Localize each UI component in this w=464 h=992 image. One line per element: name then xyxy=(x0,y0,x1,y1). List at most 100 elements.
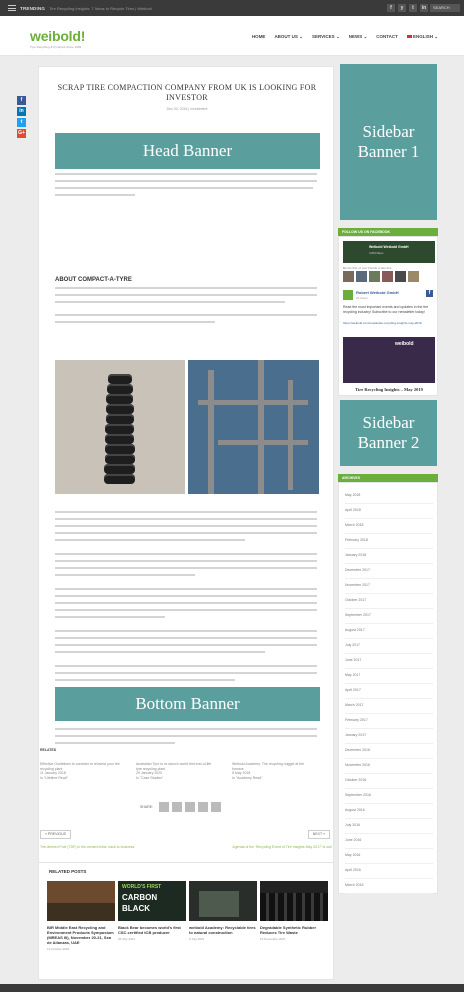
related-post-thumbnail[interactable] xyxy=(47,881,115,921)
text-line xyxy=(55,644,317,646)
text-line xyxy=(55,511,317,513)
nav-news[interactable]: NEWS ⌄ xyxy=(349,34,368,40)
previous-post-button[interactable]: « PREVIOUS xyxy=(40,830,72,839)
nav-language-label: ENGLISH xyxy=(412,34,433,39)
text-line xyxy=(55,553,317,555)
related-post-thumbnail[interactable] xyxy=(260,881,328,921)
head-banner[interactable]: Head Banner xyxy=(55,133,320,169)
site-tagline: Tyre Recycling & Pyrolysis Since 1999 xyxy=(30,45,82,49)
related-post-thumbnail[interactable]: WORLD'S FIRST CARBON BLACK xyxy=(118,881,186,921)
next-post-button[interactable]: NEXT » xyxy=(307,830,330,839)
thumbnail-headline: WORLD'S FIRST xyxy=(122,884,162,890)
text-line xyxy=(55,609,317,611)
related-post-caption[interactable]: Degradable Synthetic Rubber Reduces Tire… xyxy=(260,925,328,942)
facebook-icon[interactable]: f xyxy=(426,290,433,297)
text-line xyxy=(55,602,317,604)
forklift-scene xyxy=(47,903,115,921)
tire-shape xyxy=(105,444,135,454)
bottom-banner[interactable]: Bottom Banner xyxy=(55,687,320,721)
text-line xyxy=(55,301,285,303)
facebook-share-icon[interactable] xyxy=(159,802,170,812)
avatar[interactable] xyxy=(382,271,393,282)
share-twitter-button[interactable]: t xyxy=(17,118,26,127)
facebook-icon[interactable]: f xyxy=(387,4,395,12)
article-subheading: ABOUT COMPACT-A-TYRE xyxy=(55,277,132,283)
facebook-page-cover[interactable]: Weibold Weibold GmbH 4,563 likes xyxy=(343,241,435,263)
youtube-icon[interactable]: y xyxy=(398,4,406,12)
linkedin-icon[interactable]: in xyxy=(420,4,428,12)
related-item-category: In "Case Studies" xyxy=(136,775,164,780)
nav-about-us[interactable]: ABOUT US ⌄ xyxy=(274,34,303,40)
related-post-caption[interactable]: BIR Middle East Recycling and Environmen… xyxy=(47,925,115,952)
facebook-post-caption[interactable]: Tire Recycling Insights – May 2019 xyxy=(343,387,435,392)
article-meta: Dec 30, 2016 | Investment xyxy=(166,107,208,111)
avatar[interactable] xyxy=(369,271,380,282)
previous-post-link[interactable]: Tire-derived Fuel (TDF) in the cement ki… xyxy=(40,845,190,850)
top-social-icons: f y t in xyxy=(387,4,428,12)
share-label: SHARE: xyxy=(140,805,154,809)
tire-shape xyxy=(106,404,134,414)
text-line xyxy=(55,567,317,569)
weibold-avatar[interactable] xyxy=(343,290,353,300)
related-label: RELATED xyxy=(40,748,57,752)
share-linkedin-button[interactable]: in xyxy=(17,107,26,116)
twitter-icon[interactable]: t xyxy=(409,4,417,12)
nav-home[interactable]: HOME xyxy=(252,34,266,40)
related-post-thumbnail[interactable] xyxy=(189,881,257,921)
related-posts-heading: RELATED POSTS xyxy=(49,869,87,874)
linkedin-share-icon[interactable] xyxy=(198,802,209,812)
share-facebook-button[interactable]: f xyxy=(17,96,26,105)
twitter-share-icon[interactable] xyxy=(172,802,183,812)
facebook-post-author[interactable]: Robert Weibold GmbH xyxy=(356,290,399,295)
tire-stack-image xyxy=(55,360,185,494)
facebook-post-link[interactable]: https://weibold.com/newsletter-recycling… xyxy=(343,321,435,325)
related-post-caption[interactable]: Black Bear becomes world's first CSC cer… xyxy=(118,925,186,942)
site-logo[interactable]: weibold! xyxy=(30,28,85,44)
trending-ticker[interactable]: Tire Recycling Insights: 7 Ideas to Recy… xyxy=(49,6,152,11)
nav-language[interactable]: ENGLISH ⌄ xyxy=(406,34,438,40)
next-post-link[interactable]: Agenda of the 'Recycling Event of Tire I… xyxy=(182,845,332,850)
machine-beam xyxy=(218,440,308,445)
text-line xyxy=(55,525,317,527)
weibold-wordmark: weibold xyxy=(395,341,414,347)
googleplus-share-icon[interactable] xyxy=(185,802,196,812)
related-item[interactable]: Weibold Academy: The recycling nugget at… xyxy=(232,762,312,780)
text-line xyxy=(55,595,317,597)
email-share-icon[interactable] xyxy=(211,802,222,812)
share-googleplus-button[interactable]: G+ xyxy=(17,129,26,138)
related-item[interactable]: Australian Tyre to re-launch world first… xyxy=(136,762,216,780)
article-title: SCRAP TIRE COMPACTION COMPANY FROM UK IS… xyxy=(57,83,317,102)
nav-contact[interactable]: CONTACT xyxy=(376,34,398,40)
facebook-page-likes: 4,563 likes xyxy=(369,251,384,255)
related-item-date: 29 January 2020 xyxy=(136,771,163,775)
related-item-category: In "Lifetime Read" xyxy=(40,775,68,780)
machine-beam xyxy=(258,360,264,494)
avatar[interactable] xyxy=(408,271,419,282)
menu-icon[interactable] xyxy=(8,5,16,11)
related-post-date: 26 July 2021 xyxy=(118,937,136,941)
facebook-post-image[interactable]: weibold xyxy=(343,337,435,383)
related-item[interactable]: Effective Guidelines to consider to rein… xyxy=(40,762,120,780)
machinery-scene xyxy=(199,891,239,917)
search-button[interactable]: SEARCH xyxy=(430,4,460,12)
text-line xyxy=(55,539,245,541)
main-nav: HOME ABOUT US ⌄ SERVICES ⌄ NEWS ⌄ CONTAC… xyxy=(252,34,438,40)
related-post-date: 11 October 2016 xyxy=(47,947,70,951)
nav-services[interactable]: SERVICES ⌄ xyxy=(312,34,340,40)
chevron-down-icon: ⌄ xyxy=(335,34,340,39)
thumbnail-headline: CARBON xyxy=(122,893,158,902)
related-post-date: 5 July 2021 xyxy=(189,937,205,941)
sidebar-banner-2[interactable]: Sidebar Banner 2 xyxy=(340,400,437,466)
archive-link[interactable]: March 2016 xyxy=(345,877,433,894)
avatar[interactable] xyxy=(343,271,354,282)
tire-shape xyxy=(105,424,134,434)
related-post-caption[interactable]: weibold Academy: Recyclable tires to nat… xyxy=(189,925,257,942)
avatar[interactable] xyxy=(356,271,367,282)
text-line xyxy=(55,321,215,323)
text-line xyxy=(55,637,317,639)
avatar[interactable] xyxy=(395,271,406,282)
text-line xyxy=(55,187,313,189)
text-line xyxy=(55,630,317,632)
chevron-down-icon: ⌄ xyxy=(363,34,368,39)
sidebar-banner-1[interactable]: Sidebar Banner 1 xyxy=(340,64,437,220)
